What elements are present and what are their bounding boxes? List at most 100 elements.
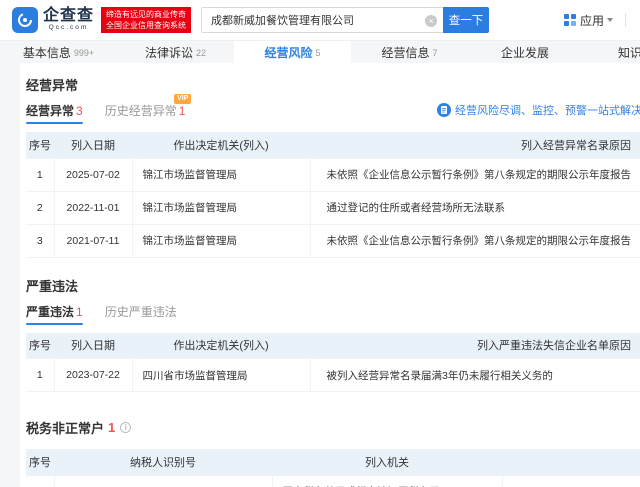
- abnormal-table: 序号 列入日期 作出决定机关(列入) 列入经营异常名录原因 12025-07-0…: [26, 132, 640, 258]
- section-title-text: 经营异常: [26, 75, 78, 94]
- qcc-logo-icon: [12, 7, 38, 33]
- subtab-illegal-current[interactable]: 严重违法1: [26, 303, 83, 324]
- tab-label: 经营信息: [381, 44, 429, 61]
- tab-count: 7: [433, 48, 438, 58]
- section-serious-violations: 严重违法 严重违法1 历史严重违法 序号 列入日期 作出决定机关(列入) 列入: [26, 276, 640, 393]
- section-tax-abnormal: 税务非正常户 1 i 序号 纳税人识别号 列入机关 15101040952616…: [26, 418, 640, 487]
- table-cell: 2023-07-22: [54, 359, 132, 392]
- table-row: 12023-07-22四川省市场监督管理局被列入经营异常名录届满3年仍未履行相关…: [26, 359, 640, 392]
- tab-label: 知识产权: [618, 44, 640, 61]
- section-count: 1: [108, 420, 115, 435]
- brand-tagline: 缔造有远见的商业传奇 全国企业信用查询系统: [101, 7, 191, 33]
- subtab-label: 严重违法: [26, 305, 74, 319]
- tagline-line1: 缔造有远见的商业传奇: [106, 9, 186, 20]
- table-cell: 1: [26, 359, 54, 392]
- table-header-row: 序号 纳税人识别号 列入机关: [26, 449, 640, 475]
- subtab-label: 历史严重违法: [105, 305, 177, 319]
- search-box: 成都新威加餐饮管理有限公司 × 查一下: [201, 7, 489, 33]
- table-cell: 四川省市场监督管理局: [132, 359, 310, 392]
- apps-grid-icon: [564, 14, 576, 26]
- tab-intellectual-property[interactable]: 知识产权: [585, 41, 640, 64]
- table-cell: 1: [26, 475, 54, 487]
- table-cell: 通过登记的住所或者经营场所无法联系: [310, 191, 640, 224]
- col-header-empty: [502, 449, 640, 475]
- header-right: 应用: [564, 0, 626, 40]
- tab-label: 法律诉讼: [145, 44, 193, 61]
- section-title: 严重违法: [26, 276, 640, 295]
- col-header-date: 列入日期: [54, 333, 132, 359]
- logo-name: 企查查: [43, 8, 94, 24]
- table-cell: 国家税务总局成都市锦江区税务局: [272, 475, 502, 487]
- table-cell: 2022-11-01: [54, 191, 132, 224]
- subtab-label: 经营异常: [26, 104, 74, 118]
- col-header-date: 列入日期: [54, 132, 132, 158]
- risk-link-label: 经营风险尽调、监控、预警一站式解决: [455, 102, 640, 118]
- section-title-text: 税务非正常户: [26, 418, 104, 437]
- section-title: 经营异常: [26, 75, 640, 94]
- tab-label: 基本信息: [23, 44, 71, 61]
- chevron-down-icon: [607, 18, 613, 22]
- tab-operating-info[interactable]: 经营信息 7: [351, 41, 468, 64]
- section-title: 税务非正常户 1 i: [26, 418, 640, 437]
- tab-count: 5: [316, 48, 321, 58]
- tab-count: 999+: [74, 48, 94, 58]
- qcc-logo[interactable]: 企查查 Qcc.com: [12, 7, 94, 33]
- table-cell: [502, 475, 640, 487]
- clear-search-icon[interactable]: ×: [425, 15, 437, 27]
- table-row: 12025-07-02锦江市场监督管理局未依照《企业信息公示暂行条例》第八条规定…: [26, 158, 640, 191]
- logo-domain: Qcc.com: [49, 24, 89, 32]
- col-header-listing-authority: 列入机关: [272, 449, 502, 475]
- col-header-authority: 作出决定机关(列入): [132, 132, 310, 158]
- subtab-count: 1: [76, 305, 83, 319]
- content-card: 经营异常 经营异常3 历史经营异常1 VIP 经营风险尽调、监控、预警一站式解决: [20, 63, 640, 487]
- table-row: 22022-11-01锦江市场监督管理局通过登记的住所或者经营场所无法联系: [26, 191, 640, 224]
- subtab-count: 3: [76, 104, 83, 118]
- search-button[interactable]: 查一下: [443, 7, 489, 33]
- col-header-index: 序号: [26, 449, 54, 475]
- nav-tabbar: 基本信息 999+ 法律诉讼 22 经营风险 5 经营信息 7 企业发展 知识产…: [0, 40, 640, 63]
- header-divider: [625, 13, 626, 27]
- table-row: 32021-07-11锦江市场监督管理局未依照《企业信息公示暂行条例》第八条规定…: [26, 224, 640, 257]
- tab-operating-risk[interactable]: 经营风险 5: [234, 41, 351, 64]
- search-value: 成都新威加餐饮管理有限公司: [211, 12, 354, 28]
- col-header-index: 序号: [26, 333, 54, 359]
- col-header-taxpayer-id: 纳税人识别号: [54, 449, 272, 475]
- tab-legal[interactable]: 法律诉讼 22: [117, 41, 234, 64]
- top-header: 企查查 Qcc.com 缔造有远见的商业传奇 全国企业信用查询系统 成都新威加餐…: [0, 0, 640, 40]
- col-header-authority: 作出决定机关(列入): [132, 333, 310, 359]
- apps-menu[interactable]: 应用: [564, 12, 613, 29]
- table-cell: 2025-07-02: [54, 158, 132, 191]
- info-icon[interactable]: i: [120, 422, 131, 433]
- table-header-row: 序号 列入日期 作出决定机关(列入) 列入严重违法失信企业名单原因: [26, 333, 640, 359]
- tab-label: 企业发展: [501, 44, 549, 61]
- col-header-reason: 列入严重违法失信企业名单原因: [310, 333, 640, 359]
- tab-label: 经营风险: [264, 44, 312, 61]
- table-cell: 未依照《企业信息公示暂行条例》第八条规定的期限公示年度报告: [310, 224, 640, 257]
- subtab-abnormal-history[interactable]: 历史经营异常1 VIP: [105, 102, 186, 123]
- table-cell: 510104095261608: [54, 475, 272, 487]
- search-input[interactable]: 成都新威加餐饮管理有限公司 ×: [201, 7, 443, 33]
- table-row: 1510104095261608国家税务总局成都市锦江区税务局: [26, 475, 640, 487]
- tagline-line2: 全国企业信用查询系统: [106, 20, 186, 31]
- table-cell: 2021-07-11: [54, 224, 132, 257]
- section-abnormal-operations: 经营异常 经营异常3 历史经营异常1 VIP 经营风险尽调、监控、预警一站式解决: [26, 75, 640, 258]
- tab-count: 22: [196, 48, 206, 58]
- section-title-text: 严重违法: [26, 276, 78, 295]
- tab-company-development[interactable]: 企业发展: [468, 41, 585, 64]
- illegal-subtabs: 严重违法1 历史严重违法: [26, 307, 640, 324]
- subtab-abnormal-current[interactable]: 经营异常3: [26, 102, 83, 123]
- table-cell: 被列入经营异常名录届满3年仍未履行相关义务的: [310, 359, 640, 392]
- qcc-logo-text: 企查查 Qcc.com: [43, 8, 94, 32]
- illegal-table: 序号 列入日期 作出决定机关(列入) 列入严重违法失信企业名单原因 12023-…: [26, 333, 640, 393]
- subtab-illegal-history[interactable]: 历史严重违法: [105, 303, 177, 324]
- risk-service-link[interactable]: 经营风险尽调、监控、预警一站式解决: [437, 102, 640, 118]
- table-cell: 锦江市场监督管理局: [132, 158, 310, 191]
- tax-table: 序号 纳税人识别号 列入机关 1510104095261608国家税务总局成都市…: [26, 449, 640, 487]
- table-cell: 1: [26, 158, 54, 191]
- page-body: 经营异常 经营异常3 历史经营异常1 VIP 经营风险尽调、监控、预警一站式解决: [0, 63, 640, 487]
- tab-basic-info[interactable]: 基本信息 999+: [0, 41, 117, 64]
- vip-badge: VIP: [174, 94, 191, 104]
- col-header-index: 序号: [26, 132, 54, 158]
- subtab-count: 1: [179, 104, 186, 118]
- risk-report-icon: [437, 103, 451, 117]
